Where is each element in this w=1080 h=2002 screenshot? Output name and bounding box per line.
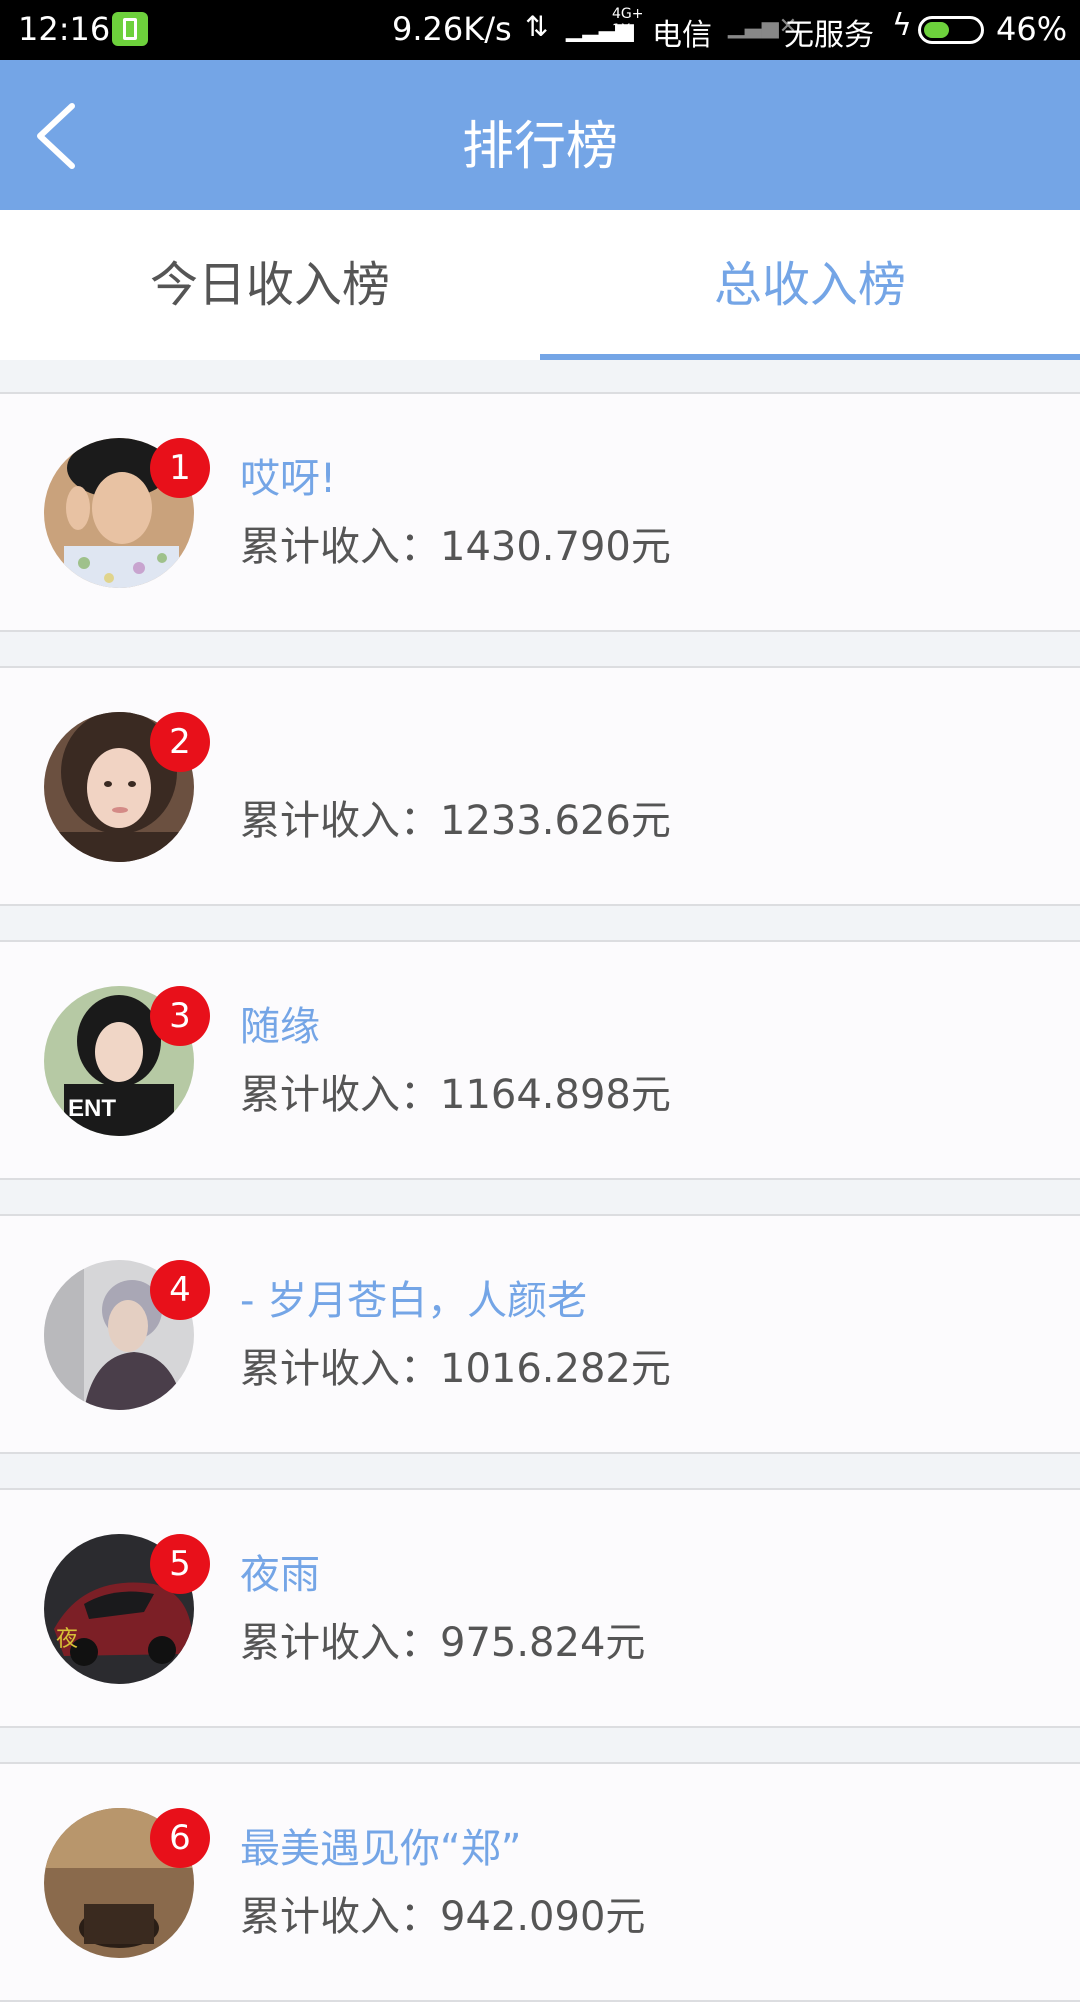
tab-total-income[interactable]: 总收入榜: [540, 210, 1080, 360]
total-income: 累计收入：1164.898元: [240, 1072, 671, 1118]
battery-icon: [918, 16, 984, 44]
user-name[interactable]: 夜雨: [240, 1542, 320, 1600]
list-item[interactable]: 4 - 岁月苍白，人颜老 累计收入：1016.282元: [0, 1214, 1080, 1454]
network-speed: 9.26K/s: [392, 10, 512, 48]
rank-badge: 6: [150, 1808, 210, 1868]
rank-badge: 4: [150, 1260, 210, 1320]
data-transfer-icon: ⇅: [525, 10, 549, 43]
network-type: 4G+ 1X: [612, 6, 644, 38]
page-title: 排行榜: [461, 117, 618, 177]
battery-percent: 46%: [996, 10, 1068, 48]
list-item[interactable]: 1 哎呀! 累计收入：1430.790元: [0, 392, 1080, 632]
user-name[interactable]: 随缘: [240, 994, 320, 1052]
svg-text:夜: 夜: [56, 1627, 78, 1652]
rank-badge: 3: [150, 986, 210, 1046]
carrier-name: 电信: [652, 18, 712, 53]
charging-icon: ϟ: [892, 8, 912, 43]
user-name[interactable]: - 岁月苍白，人颜老: [240, 1268, 587, 1326]
tab-label: 总收入榜: [713, 257, 906, 313]
network-type-bottom: 1X: [612, 22, 631, 38]
tab-indicator: [540, 354, 1080, 360]
tab-label: 今日收入榜: [149, 257, 390, 313]
network-type-top: 4G+: [612, 6, 644, 22]
user-name[interactable]: 哎呀!: [240, 446, 336, 504]
list-item[interactable]: 6 最美遇见你“郑” 累计收入：942.090元: [0, 1762, 1080, 2002]
tab-bar: 今日收入榜 总收入榜: [0, 210, 1080, 360]
total-income: 累计收入：1233.626元: [240, 798, 671, 844]
app-bar: 排行榜: [0, 60, 1080, 210]
rank-badge: 1: [150, 438, 210, 498]
status-time: 12:16: [18, 10, 111, 48]
total-income: 累计收入：1430.790元: [240, 524, 671, 570]
battery-fill: [924, 22, 949, 38]
list-item[interactable]: ENT 3 随缘 累计收入：1164.898元: [0, 940, 1080, 1180]
battery-saver-icon: [112, 12, 148, 46]
total-income: 累计收入：942.090元: [240, 1894, 646, 1940]
list-item[interactable]: 2 累计收入：1233.626元: [0, 666, 1080, 906]
total-income: 累计收入：975.824元: [240, 1620, 646, 1666]
rank-badge: 5: [150, 1534, 210, 1594]
no-service-label: 无服务: [784, 18, 874, 53]
rank-badge: 2: [150, 712, 210, 772]
user-name[interactable]: 最美遇见你“郑”: [240, 1816, 521, 1874]
total-income: 累计收入：1016.282元: [240, 1346, 671, 1392]
status-bar: 12:16 9.26K/s ⇅ ▁▂▃▅ 4G+ 1X 电信 ▁▃▅✕ 无服务 …: [0, 0, 1080, 60]
tab-today-income[interactable]: 今日收入榜: [0, 210, 540, 360]
svg-text:ENT: ENT: [68, 1095, 116, 1122]
list-item[interactable]: 夜 5 夜雨 累计收入：975.824元: [0, 1488, 1080, 1728]
